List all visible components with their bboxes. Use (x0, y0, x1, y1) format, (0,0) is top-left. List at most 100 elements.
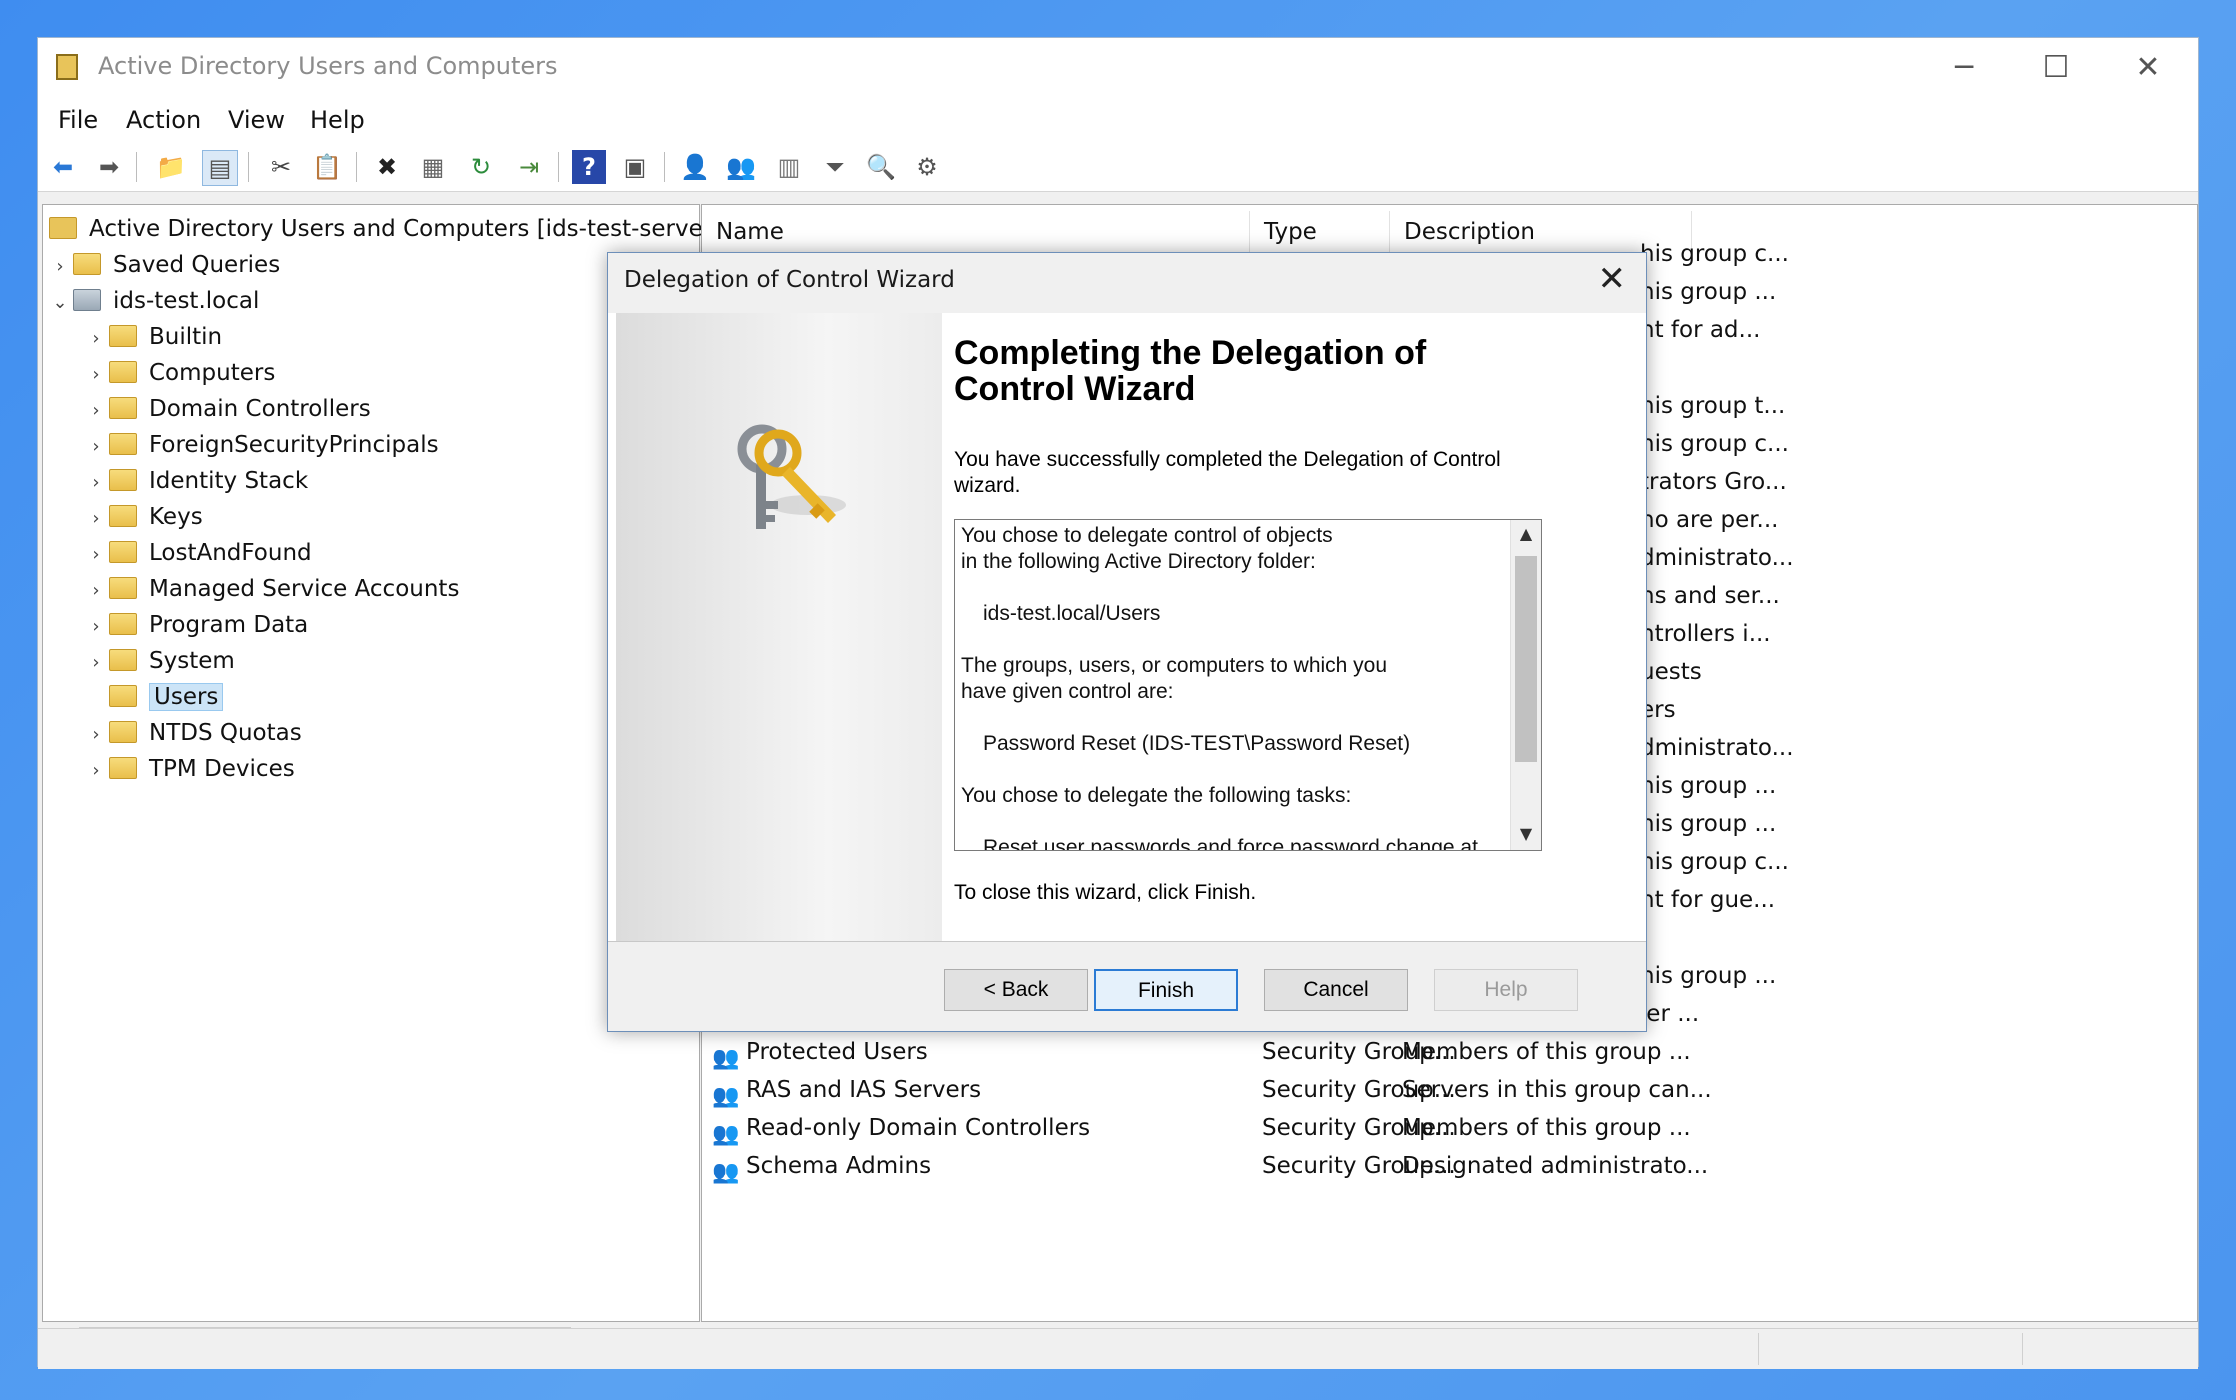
partial-description-cell[interactable]: his group c... (1640, 425, 1789, 463)
chevron-right-icon[interactable]: › (83, 321, 109, 357)
tree-item[interactable]: › ForeignSecurityPrincipals (83, 427, 438, 465)
show-hide-tree-icon[interactable]: ▤ (202, 150, 238, 186)
toolbar-separator (248, 152, 249, 182)
table-row[interactable]: 👥 Read-only Domain Controllers Security Gr… (702, 1109, 1702, 1147)
partial-description-cell[interactable]: trators Gro... (1640, 463, 1787, 501)
chevron-right-icon[interactable]: › (83, 429, 109, 465)
cut-icon[interactable]: ✂ (264, 150, 298, 184)
export-list-icon[interactable]: ⇥ (512, 150, 546, 184)
chevron-right-icon[interactable]: › (83, 753, 109, 789)
menu-action[interactable]: Action (126, 106, 201, 134)
close-button[interactable]: ✕ (2102, 38, 2194, 98)
partial-description-cell[interactable]: ho are per... (1640, 501, 1779, 539)
folder-icon (109, 757, 137, 779)
scrollbar-thumb[interactable] (1515, 556, 1537, 762)
chevron-right-icon[interactable]: › (83, 501, 109, 537)
refresh-icon[interactable]: ↻ (464, 150, 498, 184)
column-header-type[interactable]: Type (1250, 211, 1390, 253)
scroll-up-icon[interactable]: ▲ (1515, 524, 1537, 546)
chevron-right-icon[interactable]: › (83, 645, 109, 681)
tree-item[interactable]: › Domain Controllers (83, 391, 370, 429)
properties-icon[interactable]: ▦ (416, 150, 450, 184)
up-folder-icon[interactable]: 📁 (154, 150, 188, 184)
partial-description-cell[interactable]: nt for ad... (1640, 311, 1760, 349)
help-icon[interactable]: ? (572, 150, 606, 184)
toolbar-separator (664, 152, 665, 182)
tree-item[interactable]: › Keys (83, 499, 202, 537)
help-button[interactable]: Help (1434, 969, 1578, 1011)
chevron-right-icon[interactable]: › (83, 609, 109, 645)
menu-help[interactable]: Help (310, 106, 365, 134)
folder-icon (109, 505, 137, 527)
forward-icon[interactable]: ➡ (92, 150, 126, 184)
chevron-right-icon[interactable]: › (83, 393, 109, 429)
chevron-right-icon[interactable]: › (83, 357, 109, 393)
minimize-button[interactable]: ─ (1918, 38, 2010, 98)
dialog-title: Delegation of Control Wizard (624, 267, 955, 293)
tree-item[interactable]: › Program Data (83, 607, 308, 643)
chevron-right-icon[interactable]: › (83, 465, 109, 501)
tree-item[interactable]: › Builtin (83, 319, 222, 355)
app-icon (56, 54, 78, 80)
tree-item-label: TPM Devices (149, 756, 295, 782)
table-row[interactable]: 👥 RAS and IAS Servers Security Group... Ser… (702, 1071, 1712, 1109)
tree-item[interactable]: › NTDS Quotas (83, 715, 301, 753)
partial-description-cell[interactable]: his group ... (1640, 767, 1776, 805)
partial-description-cell[interactable]: his group c... (1640, 235, 1789, 273)
back-icon[interactable]: ⬅ (46, 150, 80, 184)
tree-item[interactable]: › Managed Service Accounts (83, 571, 459, 607)
partial-description-cell[interactable]: nt for gue... (1640, 881, 1775, 919)
chevron-right-icon[interactable]: › (83, 537, 109, 573)
summary-scrollbar[interactable]: ▲ ▼ (1510, 520, 1541, 850)
chevron-right-icon[interactable]: › (47, 249, 73, 285)
column-header-name[interactable]: Name (702, 211, 1250, 253)
menu-file[interactable]: File (58, 106, 98, 134)
chevron-down-icon[interactable]: ⌄ (47, 285, 73, 321)
chevron-right-icon[interactable]: › (83, 717, 109, 753)
partial-description-cell[interactable]: his group ... (1640, 957, 1776, 995)
new-ou-icon[interactable]: ▥ (772, 150, 806, 184)
summary-textbox[interactable]: You chose to delegate control of objects… (954, 519, 1542, 851)
tree-item[interactable]: › LostAndFound (83, 535, 311, 573)
find-icon[interactable]: 🔍 (864, 150, 898, 184)
cancel-button[interactable]: Cancel (1264, 969, 1408, 1011)
dialog-close-button[interactable]: ✕ (1598, 259, 1627, 299)
tree-item-saved-queries[interactable]: › Saved Queries (47, 247, 280, 283)
chevron-right-icon[interactable]: › (83, 573, 109, 609)
table-row[interactable]: 👥 Schema Admins Security Group... Designate… (702, 1147, 1708, 1185)
tree-item[interactable]: › TPM Devices (83, 751, 295, 789)
partial-description-cell[interactable]: uests (1640, 653, 1702, 691)
maximize-button[interactable]: ☐ (2010, 38, 2102, 98)
table-row[interactable]: 👥 Protected Users Security Group... Members… (702, 1033, 1702, 1071)
partial-description-cell[interactable]: dministrato... (1640, 729, 1794, 767)
new-user-icon[interactable]: 👤 (678, 150, 712, 184)
tree-item[interactable]: › System (83, 643, 234, 681)
clipboard-icon[interactable]: 📋 (310, 150, 344, 184)
scroll-down-icon[interactable]: ▼ (1515, 824, 1537, 846)
delegation-wizard-dialog: Delegation of Control Wizard ✕ Completin… (607, 252, 1647, 1032)
finish-button[interactable]: Finish (1094, 969, 1238, 1011)
tree-item[interactable]: › Computers (83, 355, 275, 391)
back-button[interactable]: < Back (944, 969, 1088, 1011)
delete-icon[interactable]: ✖ (370, 150, 404, 184)
partial-description-cell[interactable]: his group t... (1640, 387, 1785, 425)
partial-description-cell[interactable]: ns and ser... (1640, 577, 1780, 615)
folder-icon (109, 649, 137, 671)
tree-item-domain[interactable]: ⌄ ids-test.local (47, 283, 259, 319)
console-icon[interactable]: ▣ (618, 150, 652, 184)
delegate-icon[interactable]: ⚙ (910, 150, 944, 184)
partial-description-cell[interactable]: his group ... (1640, 805, 1776, 843)
filter-icon[interactable]: ⏷ (818, 150, 852, 184)
tree-root[interactable]: Active Directory Users and Computers [id… (49, 211, 750, 247)
partial-description-cell[interactable]: his group c... (1640, 843, 1789, 881)
menu-view[interactable]: View (228, 106, 285, 134)
partial-description-cell[interactable]: his group ... (1640, 273, 1776, 311)
summary-line: in the following Active Directory folder… (961, 550, 1316, 573)
tree-item-label: Managed Service Accounts (149, 576, 460, 602)
partial-description-cell[interactable]: dministrato... (1640, 539, 1794, 577)
partial-description-cell[interactable]: ntrollers i... (1640, 615, 1771, 653)
new-group-icon[interactable]: 👥 (724, 150, 758, 184)
toolbar-separator (136, 152, 137, 182)
tree-item[interactable]: › Identity Stack (83, 463, 308, 499)
tree-item[interactable]: Users (83, 679, 224, 715)
